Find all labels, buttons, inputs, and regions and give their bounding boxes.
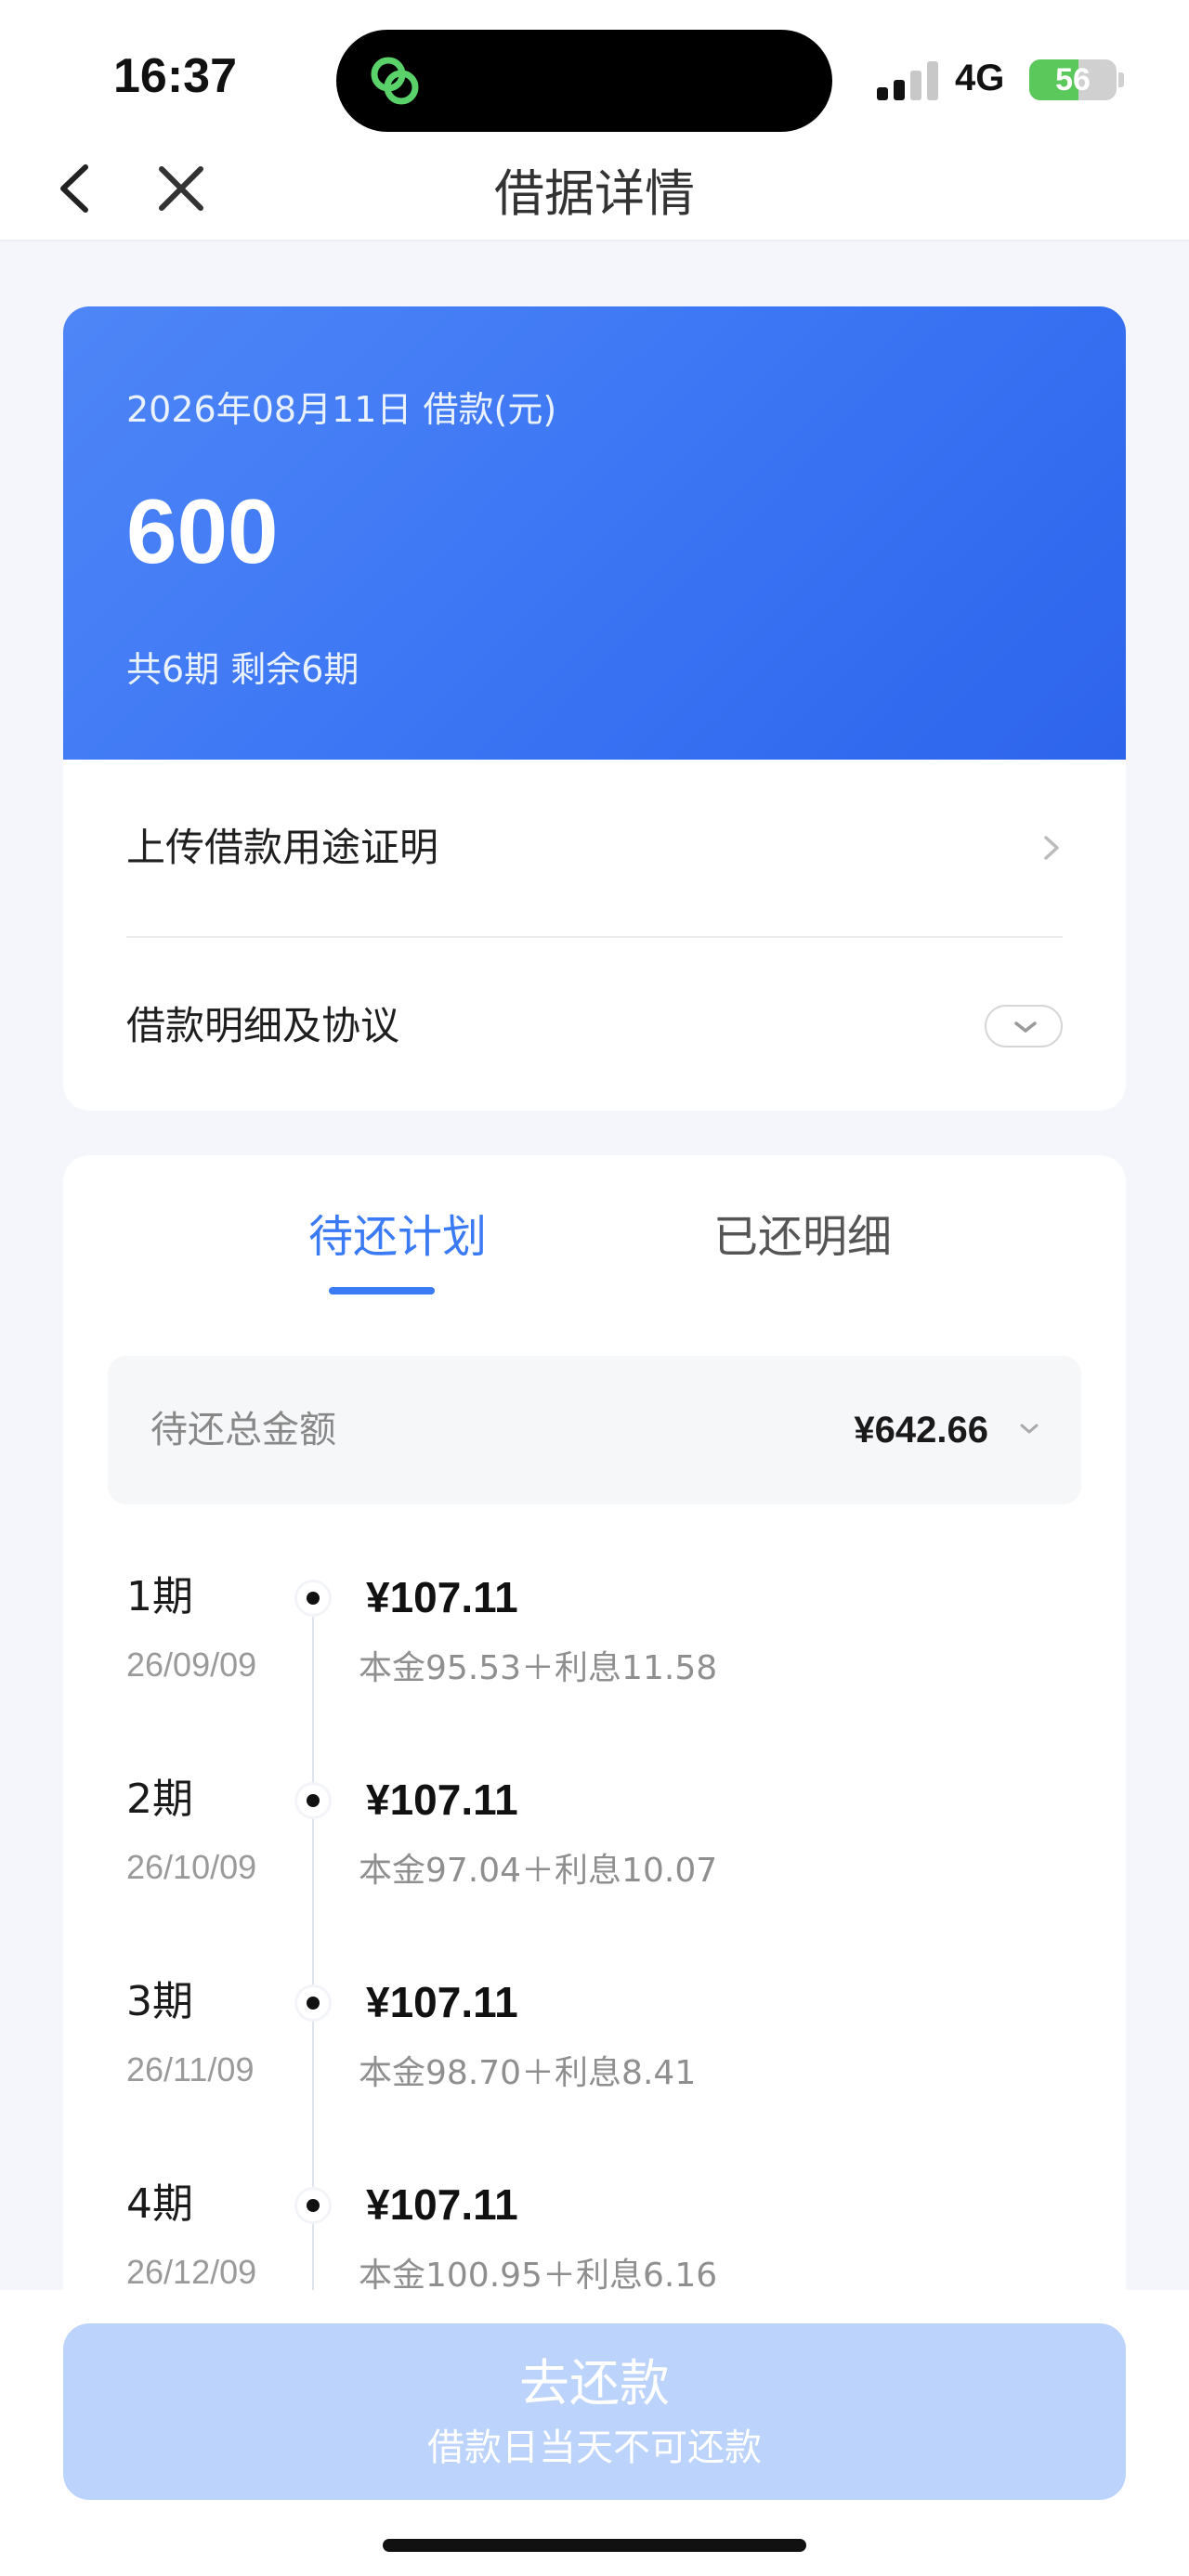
chevron-down-icon <box>1014 1021 1037 1033</box>
installment-amount: ¥107.11 <box>366 1573 518 1621</box>
bottom-action-bar: 去还款 借款日当天不可还款 <box>0 2290 1189 2576</box>
app-screen: 16:37 4G 56 借据详情 2026年08月11日 借款(元) 600 共… <box>0 0 1189 2576</box>
installment-date: 26/10/09 <box>126 1848 257 1886</box>
page-title: 借据详情 <box>494 164 695 223</box>
nav-bar: 借据详情 <box>0 139 1189 241</box>
status-time: 16:37 <box>113 49 237 103</box>
total-due-row[interactable]: 待还总金额 ¥642.66 <box>108 1356 1081 1504</box>
installment-period: 2期 <box>126 1776 193 1823</box>
upload-proof-label: 上传借款用途证明 <box>126 825 439 870</box>
chevron-right-icon <box>1044 836 1059 860</box>
installment-date: 26/11/09 <box>126 2050 255 2088</box>
loan-summary: 2026年08月11日 借款(元) 600 共6期 剩余6期 <box>63 306 1126 760</box>
loan-details-label: 借款明细及协议 <box>126 1003 400 1048</box>
battery-cap <box>1118 72 1124 87</box>
installment-period: 1期 <box>126 1573 193 1620</box>
loan-details-row[interactable]: 借款明细及协议 <box>126 938 1063 1111</box>
expand-toggle[interactable] <box>985 1005 1063 1047</box>
dynamic-island <box>336 30 832 132</box>
total-due-label: 待还总金额 <box>150 1409 336 1451</box>
status-bar: 16:37 4G 56 <box>0 0 1189 149</box>
timeline-dot <box>297 1987 329 2019</box>
battery-icon: 56 <box>1029 59 1117 100</box>
active-tab-indicator <box>329 1287 435 1295</box>
installment-item: 2期 26/10/09 ¥107.11 本金97.04＋利息10.07 <box>63 1772 1126 1974</box>
battery-percent: 56 <box>1055 62 1091 98</box>
nav-divider <box>0 240 1189 241</box>
chevron-down-icon <box>1020 1424 1039 1434</box>
loan-periods: 共6期 剩余6期 <box>126 649 359 690</box>
installment-amount: ¥107.11 <box>366 2180 518 2229</box>
repay-button[interactable]: 去还款 借款日当天不可还款 <box>63 2323 1126 2500</box>
installment-date: 26/12/09 <box>126 2253 257 2291</box>
total-due-value: ¥642.66 <box>854 1410 988 1451</box>
loan-date-label: 2026年08月11日 借款(元) <box>126 389 557 430</box>
upload-proof-row[interactable]: 上传借款用途证明 <box>126 760 1063 936</box>
cellular-signal-icon <box>877 61 938 100</box>
installment-period: 3期 <box>126 1978 193 2025</box>
timeline-dot <box>297 1582 329 1614</box>
installment-breakdown: 本金95.53＋利息11.58 <box>359 1649 718 1687</box>
repay-button-subtitle: 借款日当天不可还款 <box>427 2426 762 2469</box>
timeline-dot <box>297 1785 329 1816</box>
network-type: 4G <box>955 58 1005 98</box>
installment-breakdown: 本金97.04＋利息10.07 <box>359 1852 718 1890</box>
timeline-dot <box>297 2190 329 2221</box>
installment-amount: ¥107.11 <box>366 1978 518 2026</box>
tab-repaid-details[interactable]: 已还明细 <box>673 1200 933 1274</box>
installment-item: 3期 26/11/09 ¥107.11 本金98.70＋利息8.41 <box>63 1974 1126 2177</box>
repay-button-label: 去还款 <box>519 2354 670 2413</box>
home-indicator[interactable] <box>383 2539 806 2552</box>
installment-amount: ¥107.11 <box>366 1776 518 1824</box>
link-rings-icon <box>371 57 419 105</box>
installment-breakdown: 本金98.70＋利息8.41 <box>359 2054 697 2092</box>
tab-pending-plan[interactable]: 待还计划 <box>268 1200 528 1274</box>
loan-card: 2026年08月11日 借款(元) 600 共6期 剩余6期 上传借款用途证明 … <box>63 306 1126 1111</box>
installment-period: 4期 <box>126 2180 193 2228</box>
installment-date: 26/09/09 <box>126 1646 257 1684</box>
loan-amount: 600 <box>126 480 279 582</box>
installment-item: 1期 26/09/09 ¥107.11 本金95.53＋利息11.58 <box>63 1569 1126 1772</box>
